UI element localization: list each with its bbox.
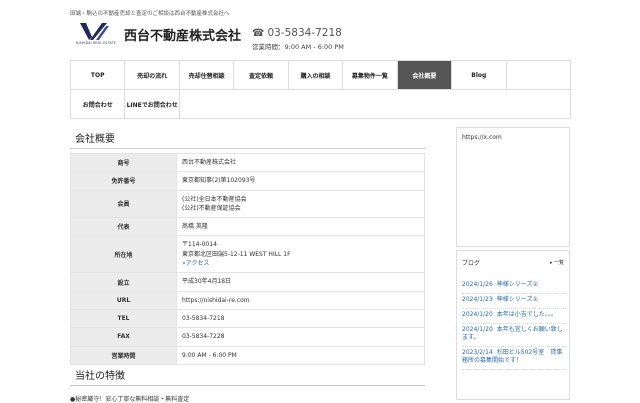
phone-number: 03-5834-7218 (267, 27, 342, 39)
row-label: 設立 (70, 272, 177, 292)
row-label: 営業時間 (70, 345, 177, 365)
table-row: 設立 平成30年4月18日 (70, 272, 425, 292)
global-nav: TOP 売却の流れ 売却住替相談 査定依頼 購入の相談 募集物件一覧 会社概要 … (70, 60, 571, 119)
table-row: TEL 03-5834-7218 (70, 308, 425, 329)
row-value: (公社)全日本不動産協会 (公社)不動産保証協会 (176, 189, 425, 219)
row-label: TEL (70, 308, 177, 329)
tel-link[interactable]: 03-5834-7218 (176, 308, 425, 329)
blog-item[interactable]: 2023/2/14 杉田ビル502号室 貸事務所の募集開始です！ (462, 347, 566, 370)
logo-text: NISHIDAI REAL ESTATE (76, 41, 117, 45)
row-label: 代表 (70, 217, 177, 237)
nav-purchase-consult[interactable]: 購入の相談 (289, 61, 344, 89)
business-hours: 営業時間：9:00 AM - 6:00 PM (252, 43, 344, 51)
blog-item[interactable]: 2024/1/26 神様シリーズ② (462, 279, 566, 294)
sidebar-blog: ブログ ▸ 一覧 2024/1/26 神様シリーズ② 2024/1/23 神様シリー… (456, 250, 570, 400)
row-value: 〒114-0014 東京都北区田端5-12-11 WEST HILL 1F »ア… (176, 235, 425, 274)
nav-sale-consult[interactable]: 売却住替相談 (180, 61, 235, 89)
row-label: 会員 (70, 189, 177, 219)
blog-list: 2024/1/26 神様シリーズ② 2024/1/23 神様シリーズ① 2024/1… (462, 279, 566, 370)
features-first-line: ●秘密厳守！安心丁寧な無料相談・無料査定 (70, 396, 190, 403)
access-link[interactable]: »アクセス (182, 259, 419, 268)
table-row: 所在地 〒114-0014 東京都北区田端5-12-11 WEST HILL 1… (70, 235, 425, 274)
company-name[interactable]: 西台不動産株式会社 (124, 25, 241, 44)
nav-appraisal[interactable]: 査定依頼 (234, 61, 289, 89)
row-value: 西台不動産株式会社 (176, 152, 425, 173)
row-label: FAX (70, 327, 177, 347)
row-value: https://nishidai-re.com (176, 290, 425, 310)
x-link[interactable]: https://x.com (462, 134, 502, 141)
nav-company[interactable]: 会社概要 (397, 61, 453, 89)
features-title: 当社の特徴 (70, 367, 425, 386)
row-label: 商号 (70, 152, 177, 173)
nav-top[interactable]: TOP (71, 61, 126, 89)
row-value: 03-5834-7228 (176, 327, 425, 347)
blog-item[interactable]: 2024/1/20 本年も宜しくお願い致します。 (462, 324, 566, 347)
table-row: 営業時間 9:00 AM - 6:00 PM (70, 345, 425, 365)
row-label: 所在地 (70, 235, 177, 274)
table-row: URL https://nishidai-re.com (70, 290, 425, 310)
company-logo[interactable]: NISHIDAI REAL ESTATE (76, 22, 116, 48)
row-value: 9:00 AM - 6:00 PM (176, 345, 425, 365)
member-line: (公社)全日本不動産協会 (182, 195, 247, 203)
table-row: 商号 西台不動産株式会社 (70, 152, 425, 173)
blog-item[interactable]: 2024/1/20 本年は小吉でした。。。 (462, 309, 566, 324)
row-label: 免許番号 (70, 171, 177, 191)
nav-blog[interactable]: Blog (452, 61, 507, 89)
table-row: 代表 髙橋 英隆 (70, 217, 425, 237)
blog-more-link[interactable]: ▸ 一覧 (550, 259, 564, 266)
company-info-table: 商号 西台不動産株式会社 免許番号 東京都知事(2)第102093号 会員 (公… (70, 152, 425, 365)
page-title: 会社概要 (70, 130, 425, 149)
nav-empty (507, 61, 571, 89)
nav-row-1: TOP 売却の流れ 売却住替相談 査定依頼 購入の相談 募集物件一覧 会社概要 … (71, 60, 571, 89)
table-row: 免許番号 東京都知事(2)第102093号 (70, 171, 425, 191)
table-row: FAX 03-5834-7228 (70, 327, 425, 347)
nav-contact[interactable]: お問合わせ (71, 90, 126, 118)
nav-sale-flow[interactable]: 売却の流れ (125, 61, 180, 89)
nav-listings[interactable]: 募集物件一覧 (343, 61, 398, 89)
table-row: 会員 (公社)全日本不動産協会 (公社)不動産保証協会 (70, 189, 425, 219)
row-value: 髙橋 英隆 (176, 217, 425, 237)
nav-line-contact[interactable]: LINEでお問合わせ (125, 90, 180, 118)
address-line: 〒114-0014 (182, 241, 217, 249)
phone-icon: ☎ (252, 28, 265, 39)
logo-mark-icon (80, 23, 109, 40)
address-line: 東京都北区田端5-12-11 WEST HILL 1F (182, 250, 291, 258)
row-label: URL (70, 290, 177, 310)
top-note: 田端・駒込の不動産売却と査定のご相談は西台不動産株式会社へ (70, 11, 230, 17)
header-phone[interactable]: ☎ 03-5834-7218 (252, 27, 342, 39)
row-value: 平成30年4月18日 (176, 272, 425, 292)
nav-row-2: お問合わせ LINEでお問合わせ (71, 89, 571, 119)
sidebar-x-embed: https://x.com (456, 127, 570, 247)
blog-item[interactable]: 2024/1/23 神様シリーズ① (462, 294, 566, 309)
blog-title: ブログ (462, 260, 481, 267)
row-value: 東京都知事(2)第102093号 (176, 171, 425, 191)
member-line: (公社)不動産保証協会 (182, 204, 241, 212)
